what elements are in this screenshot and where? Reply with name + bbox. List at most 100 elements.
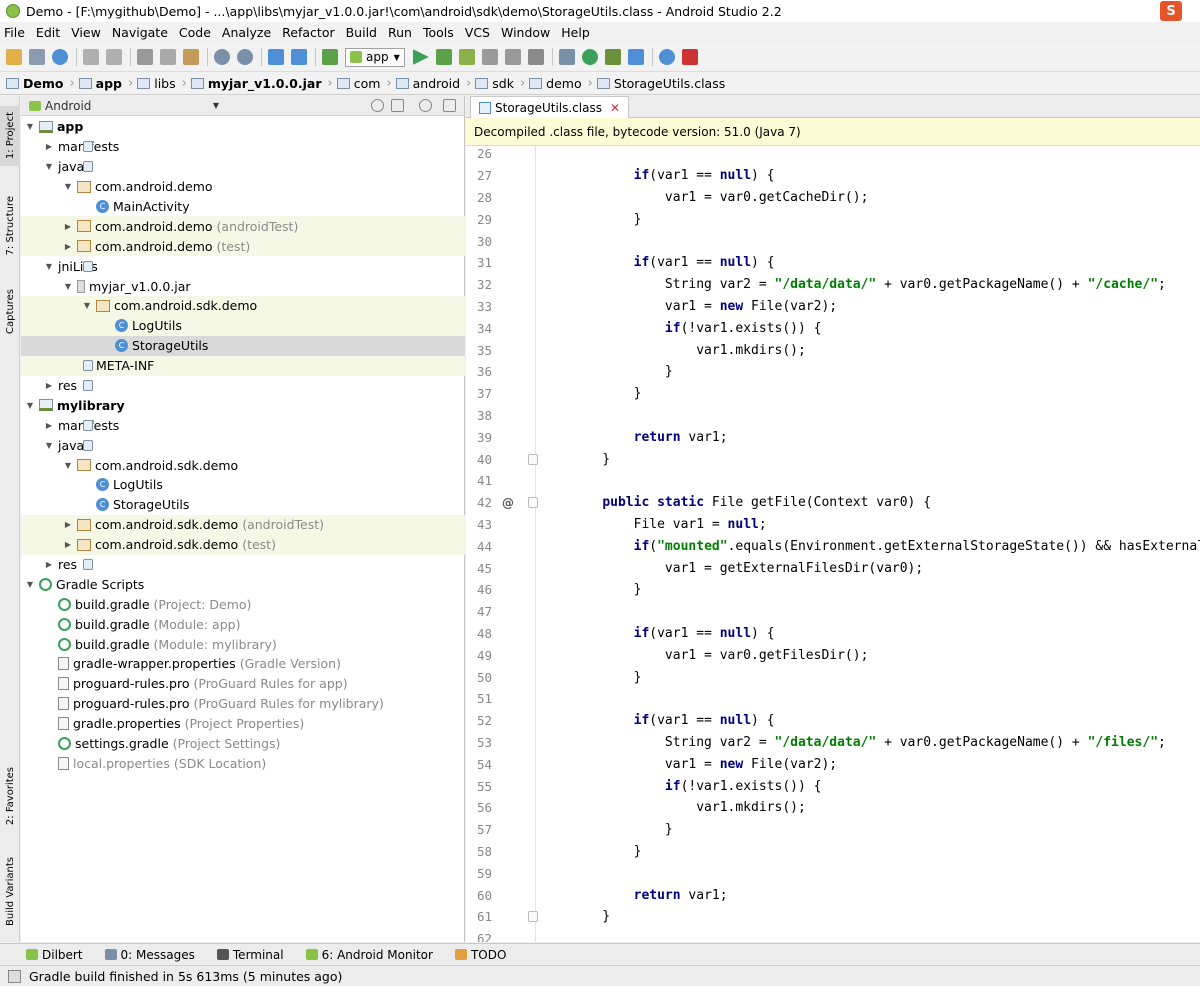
expanded-arrow-icon[interactable]: ▼ bbox=[25, 401, 35, 410]
menu-analyze[interactable]: Analyze bbox=[222, 25, 271, 40]
menu-vcs[interactable]: VCS bbox=[465, 25, 490, 40]
tab-structure[interactable]: 7: Structure bbox=[0, 191, 20, 261]
fold-marker-icon[interactable] bbox=[528, 911, 538, 923]
tab-captures[interactable]: Captures bbox=[0, 281, 20, 341]
collapsed-arrow-icon[interactable]: ▶ bbox=[44, 381, 54, 390]
paste-icon[interactable] bbox=[183, 49, 199, 65]
breadcrumb-item[interactable]: StorageUtils.class bbox=[596, 76, 725, 91]
gradle-sync-icon[interactable] bbox=[581, 49, 598, 65]
fold-marker-icon[interactable] bbox=[528, 453, 538, 465]
tab-project[interactable]: 1: Project bbox=[0, 106, 20, 166]
breadcrumb-item[interactable]: demo › bbox=[529, 76, 593, 91]
collapsed-arrow-icon[interactable]: ▶ bbox=[63, 520, 73, 529]
sdk-manager-icon[interactable] bbox=[558, 49, 575, 65]
tree-item[interactable]: ▼ app bbox=[21, 117, 465, 137]
tree-item[interactable]: ▼ com.android.demo bbox=[21, 177, 465, 197]
collapsed-arrow-icon[interactable]: ▶ bbox=[63, 222, 73, 231]
copy-icon[interactable] bbox=[160, 49, 176, 65]
tool-windows-icon[interactable] bbox=[8, 969, 21, 983]
tree-item[interactable]: C MainActivity bbox=[21, 197, 465, 217]
tree-item[interactable]: gradle-wrapper.properties (Gradle Version… bbox=[21, 654, 465, 674]
annotation-marker-icon[interactable]: @ bbox=[502, 496, 514, 510]
collapsed-arrow-icon[interactable]: ▶ bbox=[44, 142, 54, 151]
tree-item[interactable]: ▶ com.android.demo (androidTest) bbox=[21, 216, 465, 237]
sync-icon[interactable] bbox=[52, 49, 68, 65]
menu-edit[interactable]: Edit bbox=[36, 25, 60, 40]
find-icon[interactable] bbox=[214, 49, 230, 65]
tree-item[interactable]: ▼ jniLibs bbox=[21, 256, 465, 276]
project-view-select[interactable]: Android ▼ bbox=[29, 99, 219, 113]
run-configuration-select[interactable]: app ▼ bbox=[345, 47, 405, 67]
debug-icon[interactable] bbox=[435, 49, 452, 65]
tree-item[interactable]: ▼ com.android.sdk.demo bbox=[21, 296, 465, 316]
breadcrumb-item[interactable]: libs › bbox=[137, 76, 187, 91]
cut-icon[interactable] bbox=[137, 49, 153, 65]
tab-messages[interactable]: 0: Messages bbox=[104, 948, 195, 962]
breadcrumb-item[interactable]: android › bbox=[395, 76, 471, 91]
tree-item[interactable]: proguard-rules.pro (ProGuard Rules for ap… bbox=[21, 674, 465, 694]
undo-icon[interactable] bbox=[83, 49, 99, 65]
tree-item[interactable]: gradle.properties (Project Properties) bbox=[21, 714, 465, 734]
tree-item[interactable]: proguard-rules.pro (ProGuard Rules for my… bbox=[21, 694, 465, 714]
menu-refactor[interactable]: Refactor bbox=[282, 25, 334, 40]
tree-item[interactable]: C LogUtils bbox=[21, 315, 465, 336]
expanded-arrow-icon[interactable]: ▼ bbox=[63, 461, 73, 470]
breadcrumb-item[interactable]: com › bbox=[336, 76, 392, 91]
menu-run[interactable]: Run bbox=[388, 25, 412, 40]
tab-favorites[interactable]: 2: Favorites bbox=[0, 761, 20, 831]
breadcrumb-item[interactable]: app › bbox=[78, 76, 133, 91]
collapse-all-icon[interactable] bbox=[391, 99, 404, 112]
forward-icon[interactable] bbox=[291, 49, 307, 65]
tree-item[interactable]: build.gradle (Module: app) bbox=[21, 614, 465, 634]
collapsed-arrow-icon[interactable]: ▶ bbox=[44, 421, 54, 430]
back-icon[interactable] bbox=[268, 49, 284, 65]
tree-item[interactable]: ▶ com.android.sdk.demo (androidTest) bbox=[21, 514, 465, 535]
make-project-icon[interactable] bbox=[322, 49, 338, 65]
tree-item[interactable]: build.gradle (Module: mylibrary) bbox=[21, 634, 465, 654]
expanded-arrow-icon[interactable]: ▼ bbox=[25, 122, 35, 131]
replace-icon[interactable] bbox=[237, 49, 253, 65]
tab-build-variants[interactable]: Build Variants bbox=[0, 851, 20, 931]
tree-item[interactable]: ▶META-INF bbox=[21, 355, 465, 376]
tree-item[interactable]: ▼ Gradle Scripts bbox=[21, 574, 465, 594]
ime-icon[interactable]: S bbox=[1160, 1, 1182, 21]
tree-item[interactable]: local.properties (SDK Location) bbox=[21, 754, 465, 774]
collapsed-arrow-icon[interactable]: ▶ bbox=[63, 242, 73, 251]
help-icon[interactable] bbox=[658, 49, 675, 65]
hide-panel-icon[interactable] bbox=[443, 99, 456, 112]
tree-item[interactable]: C LogUtils bbox=[21, 475, 465, 495]
menu-help[interactable]: Help bbox=[561, 25, 590, 40]
tree-item[interactable]: settings.gradle (Project Settings) bbox=[21, 734, 465, 754]
avd-manager-icon[interactable] bbox=[604, 49, 621, 65]
settings-gear-icon[interactable] bbox=[419, 99, 432, 112]
menu-tools[interactable]: Tools bbox=[423, 25, 454, 40]
code-view[interactable]: 26 27 if(var1 == null) {28 var1 = var0.ge… bbox=[466, 146, 1200, 942]
save-icon[interactable] bbox=[29, 49, 45, 65]
tree-item[interactable]: C StorageUtils bbox=[21, 495, 465, 515]
tree-item[interactable]: ▼ java bbox=[21, 157, 465, 177]
tree-item[interactable]: build.gradle (Project: Demo) bbox=[21, 594, 465, 614]
stop-icon[interactable] bbox=[527, 49, 544, 65]
tree-item[interactable]: ▶ res bbox=[21, 376, 465, 396]
expanded-arrow-icon[interactable]: ▼ bbox=[63, 182, 73, 191]
tree-item[interactable]: ▶manifests bbox=[21, 137, 465, 157]
tree-item[interactable]: ▼ mylibrary bbox=[21, 395, 465, 415]
breadcrumb-item[interactable]: Demo › bbox=[6, 76, 75, 91]
menu-navigate[interactable]: Navigate bbox=[112, 25, 168, 40]
tree-item[interactable]: ▼ myjar_v1.0.0.jar bbox=[21, 276, 465, 296]
breadcrumb-item[interactable]: sdk › bbox=[475, 76, 525, 91]
tab-android-monitor[interactable]: 6: Android Monitor bbox=[305, 948, 433, 962]
tab-terminal[interactable]: Terminal bbox=[216, 948, 284, 962]
tree-item[interactable]: ▶manifests bbox=[21, 415, 465, 435]
tab-dilbert[interactable]: Dilbert bbox=[26, 948, 83, 962]
tree-item[interactable]: C StorageUtils bbox=[21, 335, 465, 356]
expanded-arrow-icon[interactable]: ▼ bbox=[25, 580, 35, 589]
expanded-arrow-icon[interactable]: ▼ bbox=[44, 162, 54, 171]
tree-item[interactable]: ▼ java bbox=[21, 435, 465, 455]
menu-code[interactable]: Code bbox=[179, 25, 211, 40]
menu-build[interactable]: Build bbox=[346, 25, 377, 40]
tab-todo[interactable]: TODO bbox=[454, 948, 506, 962]
menu-file[interactable]: File bbox=[4, 25, 25, 40]
open-folder-icon[interactable] bbox=[6, 49, 22, 65]
expanded-arrow-icon[interactable]: ▼ bbox=[63, 282, 73, 291]
